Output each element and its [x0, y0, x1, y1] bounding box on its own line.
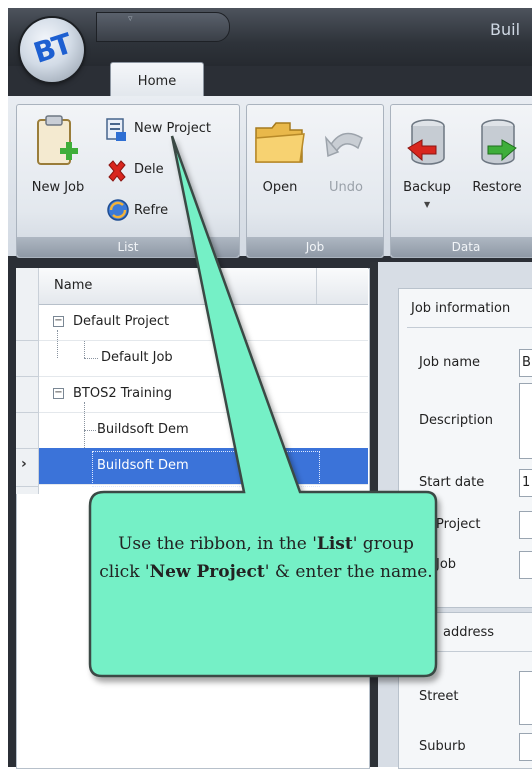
open-label: Open: [262, 180, 298, 195]
divider: [407, 327, 532, 328]
row-indicator-gutter: [16, 268, 39, 494]
new-job-label: New Job: [31, 180, 85, 195]
tab-home[interactable]: Home: [110, 62, 204, 99]
group-label-job: Job: [247, 237, 383, 257]
red-x-icon: [108, 160, 126, 182]
quick-access-dropdown-icon[interactable]: ▿: [128, 14, 133, 24]
restore-button[interactable]: Restore: [462, 112, 532, 208]
refresh-button[interactable]: Refre: [104, 196, 184, 224]
callout-part: Use the ribbon, in the ': [118, 534, 317, 554]
description-input[interactable]: [519, 383, 532, 459]
database-restore-icon: [481, 119, 517, 165]
tree-row-label: Default Job: [101, 350, 173, 365]
undo-arrow-icon: [324, 132, 363, 158]
app-logo-button[interactable]: BT: [20, 18, 84, 82]
job-information-title: Job information: [411, 301, 511, 316]
app-title: Buil: [490, 20, 521, 39]
current-row-indicator-icon: ›: [21, 456, 27, 472]
name-column-header[interactable]: Name: [54, 278, 92, 293]
gutter-line: [16, 376, 38, 377]
delete-label: Dele: [134, 162, 164, 177]
tree-row[interactable]: − BTOS2 Training: [39, 376, 368, 413]
refresh-label: Refre: [134, 203, 169, 218]
logo-text: BT: [29, 27, 75, 70]
refresh-globe-icon: [107, 199, 129, 221]
new-project-button[interactable]: New Project: [104, 116, 236, 144]
tree-row[interactable]: − Default Project: [39, 304, 368, 341]
callout-bold-list: List: [316, 534, 353, 554]
quick-access-toolbar[interactable]: [96, 12, 230, 42]
start-date-input[interactable]: 1: [519, 469, 532, 497]
tree-row-label: BTOS2 Training: [73, 386, 173, 401]
suburb-label: Suburb: [419, 739, 466, 754]
restore-label: Restore: [472, 180, 522, 195]
tree-row-label: Default Project: [73, 314, 170, 329]
callout-part: ' & enter the name.: [264, 562, 433, 582]
gutter-line: [16, 486, 38, 487]
street-input[interactable]: [519, 671, 532, 725]
project-document-icon: [106, 118, 126, 141]
new-job-button[interactable]: New Job: [20, 110, 96, 206]
collapse-icon[interactable]: −: [53, 388, 64, 399]
divider: [407, 651, 532, 652]
title-bar: [8, 8, 532, 66]
selection-focus-rect: [92, 451, 320, 487]
callout-text: Use the ribbon, in the 'List' group clic…: [96, 530, 436, 586]
delete-button[interactable]: Dele: [104, 156, 184, 184]
tree-row-label: Buildsoft Dem: [97, 422, 189, 437]
callout-bold-new-project: New Project: [149, 562, 265, 582]
job-name-input[interactable]: B: [519, 349, 532, 377]
project-input[interactable]: [519, 511, 532, 539]
start-date-label: Start date: [419, 475, 485, 490]
panel-splitter[interactable]: [370, 262, 378, 767]
tree-row[interactable]: Buildsoft Dem: [39, 412, 368, 449]
backup-button[interactable]: Backup ▼: [394, 112, 460, 222]
suburb-input[interactable]: [519, 733, 532, 761]
description-label: Description: [419, 413, 494, 428]
group-label-data: Data: [391, 237, 532, 257]
new-project-label: New Project: [134, 121, 211, 136]
database-backup-icon: [407, 119, 445, 165]
collapse-icon[interactable]: −: [53, 316, 64, 327]
address-title: address: [443, 625, 495, 640]
folder-icon: [255, 122, 305, 163]
gutter-line: [16, 412, 38, 413]
gutter-line: [16, 448, 38, 449]
gutter-line: [16, 340, 38, 341]
clipboard-plus-icon: [37, 115, 78, 165]
backup-dropdown-icon[interactable]: ▼: [424, 200, 430, 209]
undo-label: Undo: [329, 180, 363, 195]
group-label-list: List: [17, 237, 239, 257]
job-name-label: Job name: [419, 355, 481, 370]
job-input[interactable]: [519, 551, 532, 579]
column-separator: [316, 268, 317, 304]
street-label: Street: [419, 689, 459, 704]
tree-row[interactable]: Default Job: [39, 340, 368, 377]
address-group: address Street Suburb: [398, 612, 532, 769]
undo-button[interactable]: Undo: [316, 112, 376, 208]
backup-label: Backup: [403, 180, 451, 195]
open-button[interactable]: Open: [250, 112, 310, 208]
